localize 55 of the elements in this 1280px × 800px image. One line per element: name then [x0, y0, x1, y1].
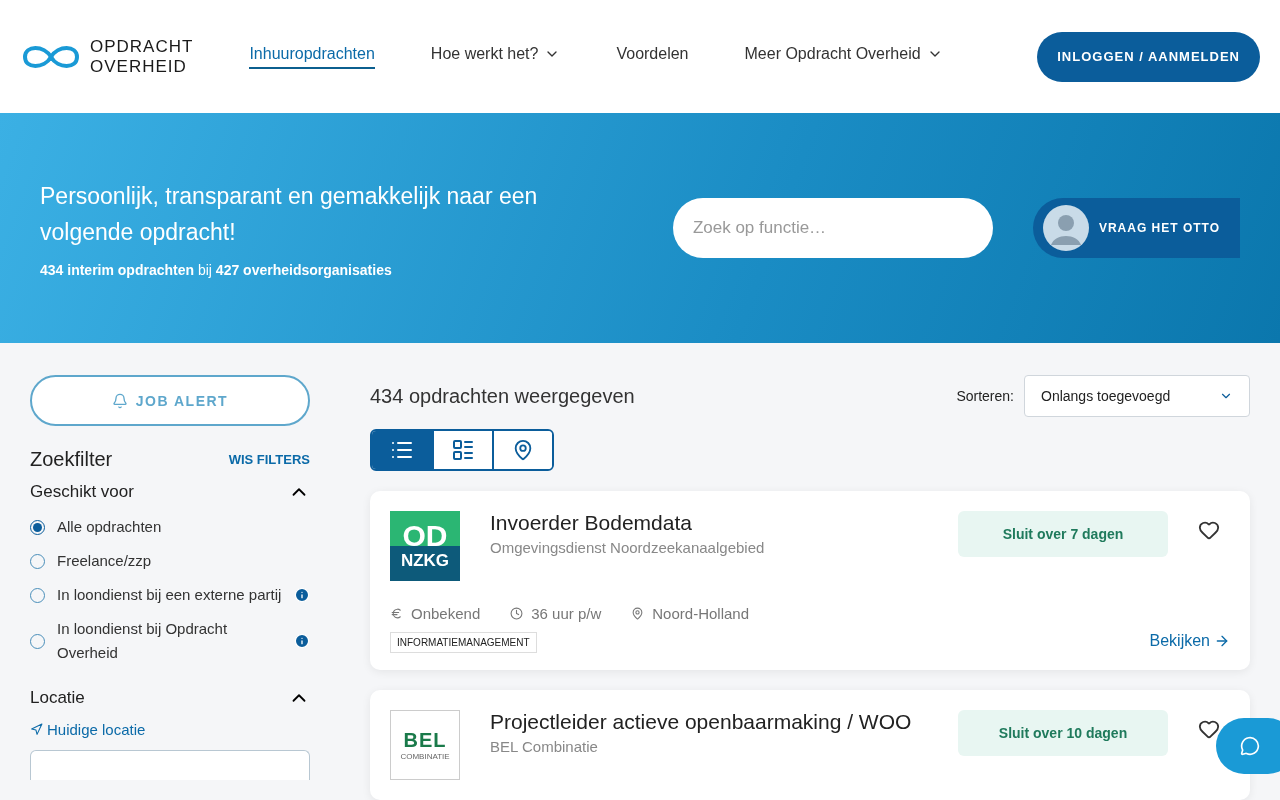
organization-logo: OD NZKG: [390, 511, 460, 581]
result-count: 434 opdrachten weergegeven: [370, 384, 635, 408]
sort-label: Sorteren:: [956, 388, 1014, 404]
view-toggle[interactable]: [492, 431, 552, 469]
arrow-right-icon: [1214, 633, 1230, 649]
heart-icon[interactable]: [1198, 519, 1220, 541]
filter-title: Zoekfilter: [30, 448, 113, 471]
grid-list-icon: [451, 438, 475, 462]
clear-filters-link[interactable]: WIS FILTERS: [228, 452, 310, 467]
current-location-link[interactable]: Huidige locatie: [30, 721, 310, 738]
location-field[interactable]: [30, 750, 310, 780]
job-card[interactable]: OD NZKG Invoerder Bodemdata Omgevingsdienst Noordzeekanaalgebied Sluit over 7 dagen Onbekend 36 uur p/w Noord-Holland INFORMATIEMANAGEMENT Bekijken: [370, 491, 1250, 670]
view-link[interactable]: Bekijken: [1149, 632, 1230, 650]
organization-logo: BEL COMBINATIE: [390, 710, 460, 780]
job-title[interactable]: Invoerder Bodemdata: [490, 511, 928, 535]
section-title: Locatie: [30, 688, 85, 708]
nav-link[interactable]: Voordelen: [616, 44, 689, 69]
category-tag: INFORMATIEMANAGEMENT: [390, 632, 537, 653]
job-title[interactable]: Projectleider actieve openbaarmaking / WOO: [490, 710, 928, 734]
map-pin-icon: [512, 439, 534, 461]
hero-subtitle: 434 interim opdrachten bij 427 overheidsorganisaties: [40, 262, 393, 278]
assistant-button[interactable]: VRAAG HET OTTO: [1032, 198, 1240, 258]
hero-title: Persoonlijk, transparant en gemakkelijk naar een volgende opdracht!: [40, 182, 539, 247]
location-icon: [631, 607, 645, 620]
organization-name: Omgevingsdienst Noordzeekanaalgebied: [490, 539, 766, 556]
salary-text: Onbekend: [411, 605, 481, 622]
euro-icon: [390, 607, 403, 620]
option-label[interactable]: Alle opdrachten: [57, 515, 310, 539]
option-label[interactable]: In loondienst bij een externe partij: [57, 583, 282, 607]
login-button[interactable]: INLOGGEN / AANMELDEN: [1037, 31, 1260, 82]
region-text: Noord-Holland: [652, 605, 749, 622]
logo[interactable]: OPDRACHT OVERHEID: [20, 36, 194, 77]
deadline-badge: Sluit over 7 dagen: [958, 511, 1168, 557]
deadline-badge: Sluit over 10 dagen: [958, 710, 1168, 756]
organization-name: BEL Combinatie: [490, 738, 599, 755]
section-title: Geschikt voor: [30, 482, 134, 502]
option-label[interactable]: In loondienst bij Opdracht Overheid: [57, 617, 282, 665]
view-toggle[interactable]: [432, 431, 492, 469]
info-icon[interactable]: [294, 633, 310, 649]
search-field[interactable]: Zoek op functie…: [672, 198, 993, 258]
chat-icon: [1240, 736, 1260, 756]
view-toggle[interactable]: [372, 431, 432, 469]
nav-link[interactable]: Inhuuropdrachten: [249, 44, 375, 69]
navigation-arrow-icon: [30, 723, 43, 736]
info-icon[interactable]: [294, 587, 310, 603]
avatar-icon: [1042, 205, 1089, 251]
hours-text: 36 uur p/w: [531, 605, 602, 622]
option-label[interactable]: Freelance/zzp: [57, 549, 310, 573]
nav-link[interactable]: Meer Opdracht Overheid: [744, 44, 943, 69]
clock-icon: [510, 607, 524, 620]
sort-select[interactable]: Onlangs toegevoegd: [1024, 375, 1250, 417]
job-card[interactable]: BEL COMBINATIE Projectleider actieve openbaarmaking / WOO BEL Combinatie Sluit over 10 dagen: [370, 690, 1250, 800]
heart-icon[interactable]: [1198, 718, 1220, 740]
nav-link[interactable]: Hoe werkt het?: [430, 44, 561, 69]
bell-icon: [111, 392, 128, 409]
